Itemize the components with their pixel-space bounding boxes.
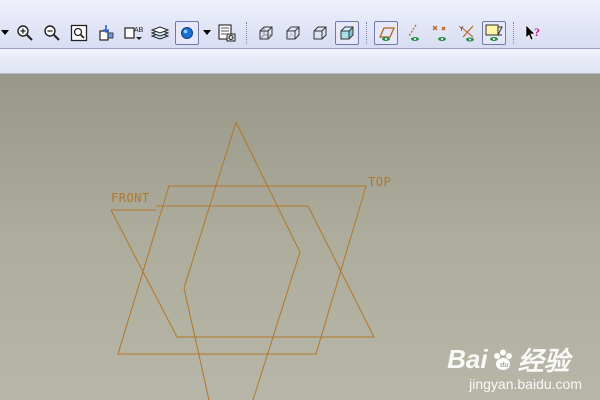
context-help-icon[interactable]: ?	[521, 21, 545, 45]
wireframe-icon[interactable]	[254, 21, 278, 45]
saved-views-icon[interactable]: AB	[121, 21, 145, 45]
watermark-url: jingyan.baidu.com	[469, 376, 582, 392]
top-plane	[110, 205, 375, 338]
toolbar-separator	[366, 22, 368, 44]
watermark-brand-right: 经验	[517, 346, 570, 376]
no-hidden-icon[interactable]	[308, 21, 332, 45]
zoom-in-icon[interactable]	[13, 21, 37, 45]
right-plane	[183, 121, 301, 400]
paw-icon: du	[490, 347, 516, 373]
svg-text:AB: AB	[134, 27, 143, 34]
toolbar-separator	[246, 22, 248, 44]
refit-icon[interactable]	[67, 21, 91, 45]
top-plane-label: TOP	[368, 175, 392, 189]
zoom-out-icon[interactable]	[40, 21, 64, 45]
datum-plane-display-icon[interactable]	[374, 21, 398, 45]
hidden-line-icon[interactable]	[281, 21, 305, 45]
secondary-toolbar	[0, 49, 600, 74]
reorient-icon[interactable]	[94, 21, 118, 45]
toolbar-row: AB Y ?	[0, 18, 600, 48]
view-manager-icon[interactable]	[215, 21, 239, 45]
front-plane-label: FRONT	[111, 191, 150, 205]
layers-icon[interactable]	[148, 21, 172, 45]
graphics-window[interactable]: FRONT TOP Bai du 经验 jingyan.baidu.com	[0, 74, 600, 400]
display-style-icon[interactable]	[175, 21, 199, 45]
watermark-brand-left: Bai	[447, 344, 488, 374]
front-plane	[117, 185, 367, 355]
svg-text:du: du	[500, 362, 509, 369]
view-toolbar: AB Y ?	[0, 0, 600, 49]
svg-text:?: ?	[534, 25, 540, 39]
chevron-down-icon[interactable]	[202, 21, 212, 45]
annotation-display-icon[interactable]	[482, 21, 506, 45]
chevron-down-icon[interactable]	[0, 21, 10, 45]
toolbar-separator	[513, 22, 515, 44]
shading-icon[interactable]	[335, 21, 359, 45]
coordinate-system-display-icon[interactable]: Y	[455, 21, 479, 45]
datum-axis-display-icon[interactable]	[401, 21, 425, 45]
datum-point-display-icon[interactable]	[428, 21, 452, 45]
watermark: Bai du 经验 jingyan.baidu.com	[447, 341, 582, 392]
